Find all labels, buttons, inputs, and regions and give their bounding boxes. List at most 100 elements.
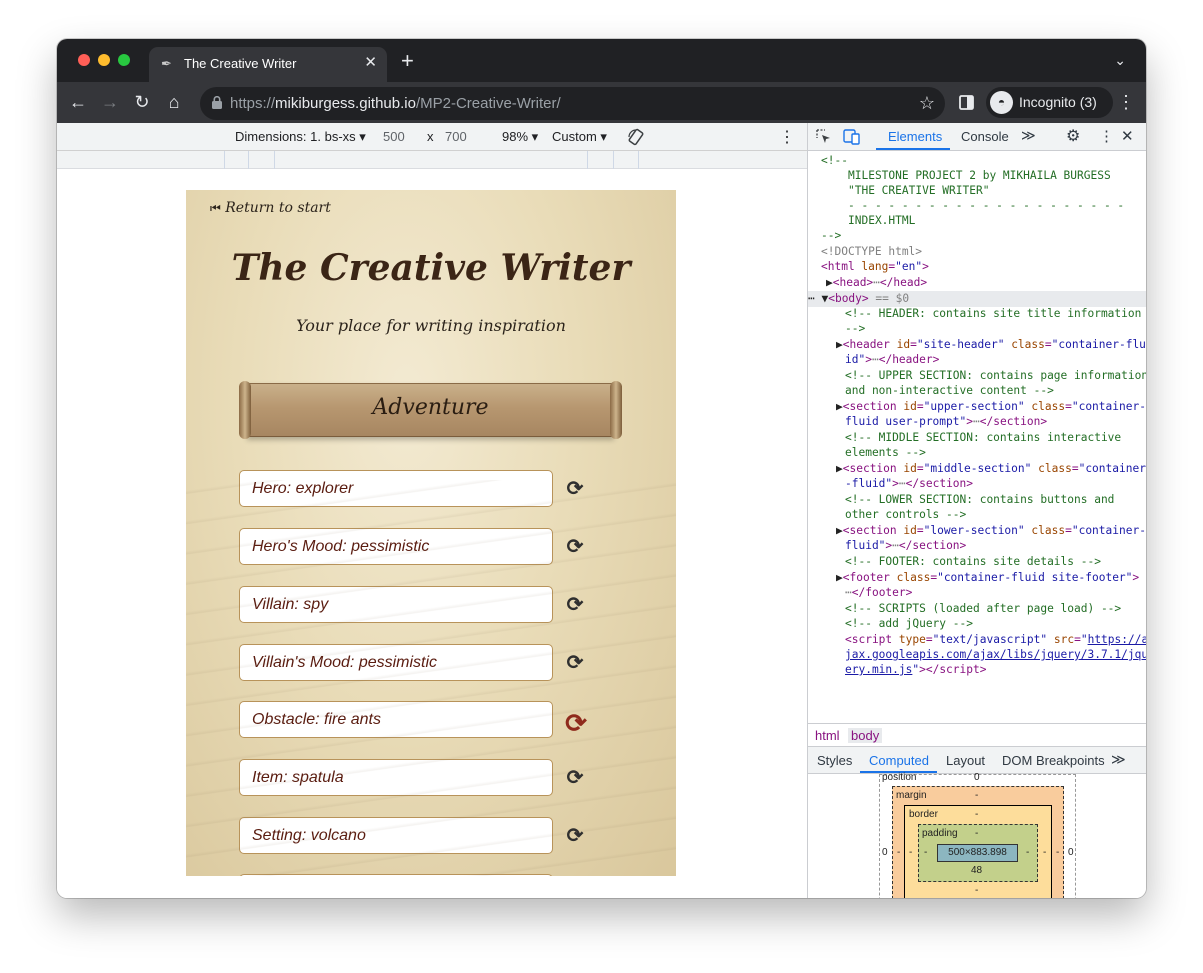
close-window-button[interactable] <box>78 54 90 66</box>
rotate-icon[interactable] <box>627 128 645 146</box>
dom-body-node[interactable]: ⋯ ▼<body> == $0 <box>808 291 1146 307</box>
tab-elements[interactable]: Elements <box>888 129 942 144</box>
height-input[interactable]: 700 <box>445 129 467 144</box>
dom-comment: INDEX.HTML <box>848 214 916 227</box>
url-scheme: https:// <box>230 95 276 112</box>
dom-comment: <!-- <box>821 154 848 167</box>
more-tabs-icon[interactable]: ≫ <box>1021 127 1036 144</box>
dom-header-node[interactable]: ▶<header id="site-header" class="contain… <box>836 337 1146 353</box>
dom-middle-section-cont: -fluid">⋯</section> <box>845 477 974 490</box>
margin-right-value: - <box>1056 847 1060 858</box>
refresh-icon[interactable]: ⟳ <box>564 767 586 789</box>
dom-middle-section-node[interactable]: ▶<section id="middle-section" class="con… <box>836 461 1146 477</box>
prompt-hero-mood: Hero's Mood: pessimistic <box>239 528 553 565</box>
genre-label: Adventure <box>372 395 489 420</box>
tab-dom-breakpoints[interactable]: DOM Breakpoints <box>1002 753 1105 768</box>
device-toolbar: Dimensions: 1. bs-xs ▾ 500 x 700 98% ▾ C… <box>57 123 807 151</box>
script-src-link-cont[interactable]: jax.googleapis.com/ajax/libs/jquery/3.7.… <box>845 648 1146 661</box>
prompt-label: Obstacle: fire ants <box>252 711 381 728</box>
padding-left-value: - <box>924 847 928 858</box>
refresh-icon[interactable]: ⟳ <box>564 594 586 616</box>
refresh-icon[interactable]: ⟳ <box>564 825 586 847</box>
device-mode-icon[interactable] <box>843 128 861 145</box>
url-host: mikiburgess.github.io <box>275 95 416 112</box>
script-src-link[interactable]: https://a <box>1088 633 1146 646</box>
selected-node-marker: == $0 <box>875 292 910 305</box>
refresh-icon[interactable]: ⟳ <box>564 536 586 558</box>
device-more-icon[interactable]: ⋮ <box>779 127 795 147</box>
dom-comment: - - - - - - - - - - - - - - - - - - - - … <box>848 199 1125 212</box>
prompt-villain-mood: Villain's Mood: pessimistic <box>239 644 553 681</box>
tab-creative-writer[interactable]: ✒ The Creative Writer ✕ <box>149 47 387 82</box>
reload-icon[interactable]: ↻ <box>131 91 153 113</box>
return-label: Return to start <box>225 200 331 216</box>
prompt-label: Villain: spy <box>252 596 329 613</box>
dom-upper-section-cont: fluid user-prompt">⋯</section> <box>845 415 1048 428</box>
zoom-select[interactable]: 98% ▾ <box>502 129 538 145</box>
tab-search-chevron-icon[interactable]: ⌄ <box>1114 52 1126 69</box>
dom-comment: <!-- FOOTER: contains site details --> <box>845 555 1101 568</box>
refresh-icon[interactable]: ⟳ <box>564 652 586 674</box>
tab-layout[interactable]: Layout <box>946 753 985 768</box>
genre-scroll-banner: Adventure <box>239 381 622 439</box>
tab-close-icon[interactable]: ✕ <box>364 55 377 71</box>
width-input[interactable]: 500 <box>383 129 405 144</box>
prompt-obstacle: Obstacle: fire ants <box>239 701 553 738</box>
dimensions-select[interactable]: Dimensions: 1. bs-xs ▾ <box>235 129 366 145</box>
devtools-menu-icon[interactable]: ⋮ <box>1099 127 1114 145</box>
margin-top-value: - <box>975 790 979 801</box>
incognito-profile-button[interactable]: ◓ Incognito (3) <box>986 87 1113 118</box>
prompt-label: Item: spatula <box>252 769 344 786</box>
home-icon[interactable]: ⌂ <box>163 91 185 113</box>
dimension-separator: x <box>427 129 434 144</box>
dom-upper-section-node[interactable]: ▶<section id="upper-section" class="cont… <box>836 399 1146 415</box>
more-sub-tabs-icon[interactable]: ≫ <box>1111 751 1126 768</box>
breadcrumb-html[interactable]: html <box>815 728 840 743</box>
dom-html-node[interactable]: <html lang="en"> <box>821 259 929 275</box>
bookmark-star-icon[interactable]: ☆ <box>919 93 935 114</box>
tab-computed[interactable]: Computed <box>869 753 929 768</box>
settings-gear-icon[interactable]: ⚙ <box>1066 126 1080 146</box>
active-tab-indicator <box>876 148 950 150</box>
prompt-item: Item: spatula <box>239 759 553 796</box>
back-icon[interactable]: ← <box>67 91 89 113</box>
quill-icon: ✒ <box>161 56 172 71</box>
url-path: /MP2-Creative-Writer/ <box>415 95 561 112</box>
dom-head-node[interactable]: ▶<head>⋯</head> <box>826 275 927 291</box>
tab-styles[interactable]: Styles <box>817 753 852 768</box>
dom-comment: and non-interactive content --> <box>845 384 1054 397</box>
dom-footer-node[interactable]: ▶<footer class="container-fluid site-foo… <box>836 570 1139 586</box>
zoom-window-button[interactable] <box>118 54 130 66</box>
throttle-select[interactable]: Custom ▾ <box>552 129 607 145</box>
dom-script-node[interactable]: <script type="text/javascript" src="http… <box>845 632 1146 648</box>
side-panel-icon[interactable] <box>959 95 974 110</box>
browser-window: ✒ The Creative Writer ✕ + ⌄ ← → ↻ ⌂ http… <box>57 39 1146 898</box>
margin-left-value: - <box>897 847 901 858</box>
dom-tree[interactable]: <!-- MILESTONE PROJECT 2 by MIKHAILA BUR… <box>808 153 1146 681</box>
script-src-link-end[interactable]: ery.min.js <box>845 663 912 676</box>
position-left-value: 0 <box>882 847 888 858</box>
refresh-icon[interactable]: ⟳ <box>564 478 586 500</box>
padding-bottom-value: 48 <box>971 865 983 876</box>
inspect-element-icon[interactable] <box>816 129 832 145</box>
dom-script-cont-2: ery.min.js"></script> <box>845 663 987 676</box>
dom-script-cont: jax.googleapis.com/ajax/libs/jquery/3.7.… <box>845 647 1146 663</box>
breadcrumb-body[interactable]: body <box>848 728 883 743</box>
tab-console[interactable]: Console <box>961 129 1009 144</box>
address-bar[interactable]: https://mikiburgess.github.io/MP2-Creati… <box>200 87 945 120</box>
minimize-window-button[interactable] <box>98 54 110 66</box>
forward-icon[interactable]: → <box>99 91 121 113</box>
dom-lower-section-node[interactable]: ▶<section id="lower-section" class="cont… <box>836 523 1146 539</box>
prompt-label: Hero: explorer <box>252 480 354 497</box>
return-to-start-link[interactable]: ⏮ Return to start <box>210 200 331 216</box>
devtools-close-icon[interactable]: ✕ <box>1121 127 1134 145</box>
new-tab-button[interactable]: + <box>401 50 414 72</box>
dom-lower-section-cont: fluid">⋯</section> <box>845 539 967 552</box>
breadcrumb: html body <box>808 723 1146 747</box>
dom-comment: <!-- HEADER: contains site title informa… <box>845 307 1142 320</box>
dom-comment: elements --> <box>845 446 926 459</box>
styles-tab-bar: Styles Computed Layout DOM Breakpoints ≫ <box>808 747 1146 774</box>
url-text[interactable]: https://mikiburgess.github.io/MP2-Creati… <box>230 95 561 113</box>
refresh-icon-hover[interactable]: ⟳ <box>562 709 590 737</box>
menu-icon[interactable]: ⋮ <box>1115 91 1137 113</box>
